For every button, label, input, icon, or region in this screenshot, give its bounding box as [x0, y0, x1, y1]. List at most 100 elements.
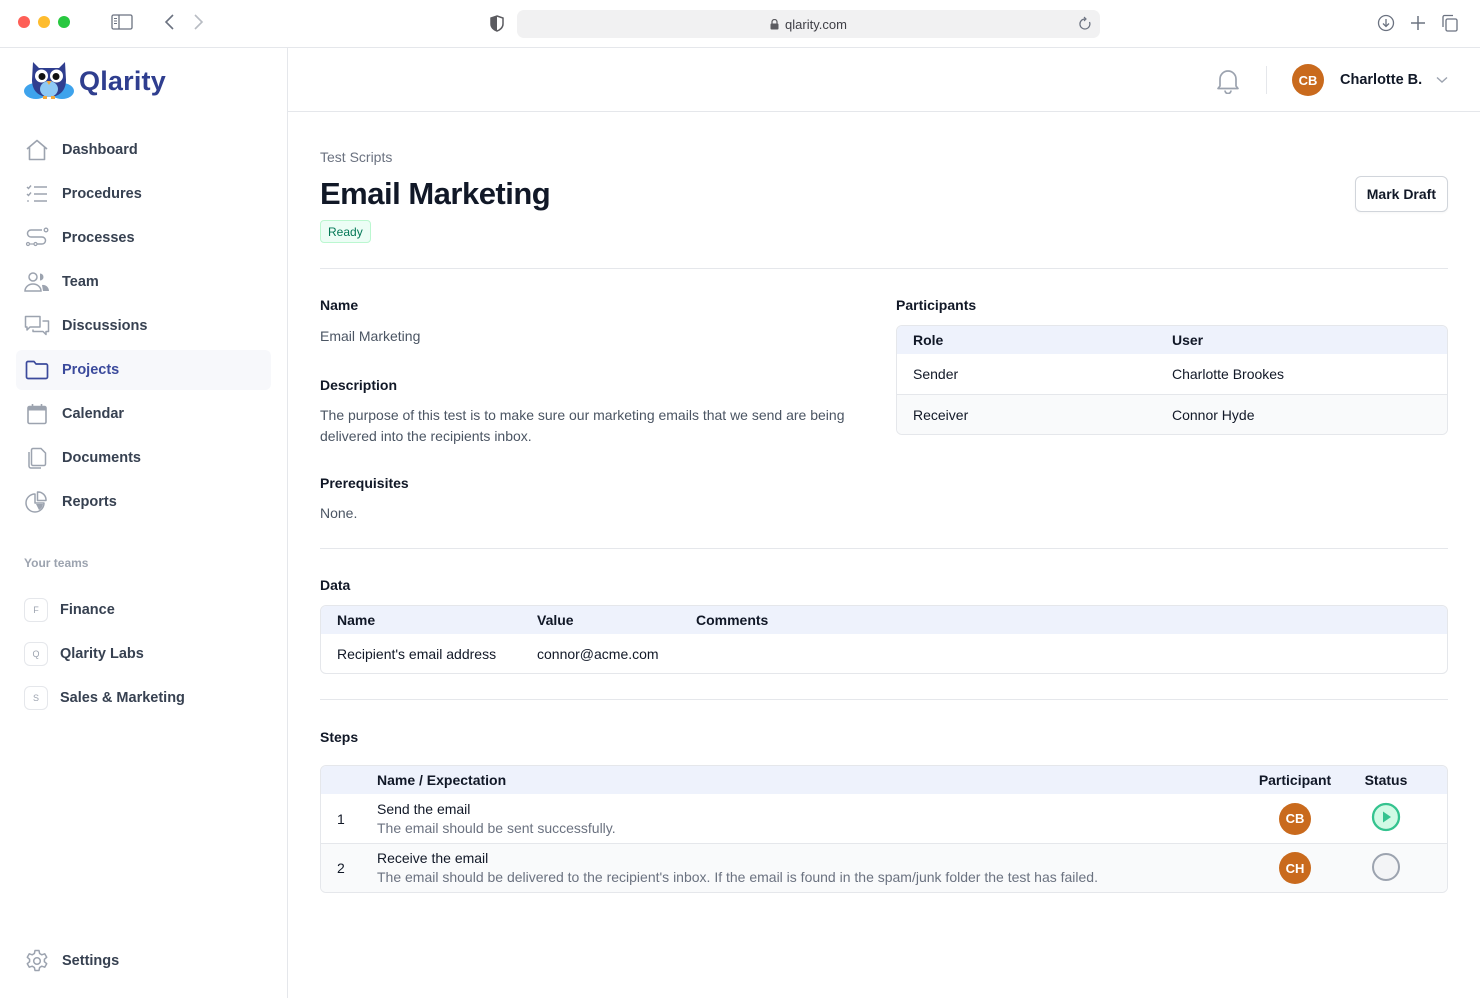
column-header-comments: Comments: [680, 606, 1447, 634]
step-expectation: The email should be delivered to the rec…: [377, 869, 1098, 885]
team-item-qlarity-labs[interactable]: Q Qlarity Labs: [24, 632, 185, 676]
table-row: Sender Charlotte Brookes: [897, 354, 1447, 394]
team-item-sales-marketing[interactable]: S Sales & Marketing: [24, 676, 185, 720]
table-row: Recipient's email address connor@acme.co…: [321, 634, 1447, 673]
team-initial-badge: Q: [24, 642, 48, 666]
header-divider: [1266, 66, 1267, 94]
chevron-down-icon: [1436, 76, 1448, 84]
team-initial-badge: S: [24, 686, 48, 710]
participant-role: Receiver: [897, 394, 1156, 434]
sidebar-item-documents[interactable]: Documents: [16, 438, 271, 478]
team-label: Qlarity Labs: [60, 646, 144, 662]
description-field-value: The purpose of this test is to make sure…: [320, 407, 845, 444]
home-icon: [24, 138, 50, 162]
notifications-bell-icon[interactable]: [1216, 68, 1240, 99]
forward-icon[interactable]: [190, 12, 208, 32]
sidebar-item-reports[interactable]: Reports: [16, 482, 271, 522]
participant-user: Connor Hyde: [1156, 394, 1447, 434]
sidebar-nav: Dashboard Procedures Processes Team Disc…: [16, 130, 271, 526]
step-name: Send the email: [377, 800, 471, 817]
sidebar-item-processes[interactable]: Processes: [16, 218, 271, 258]
sidebar-item-label: Processes: [62, 230, 135, 246]
prerequisites-field-value: None.: [320, 505, 358, 521]
data-table: Name Value Comments Recipient's email ad…: [320, 605, 1448, 674]
tab-overview-icon[interactable]: [1440, 13, 1460, 33]
minimize-window-button[interactable]: [38, 16, 50, 28]
sidebar: Qlarity Dashboard Procedures Processes T…: [0, 48, 288, 998]
team-label: Sales & Marketing: [60, 690, 185, 706]
divider: [320, 548, 1448, 549]
privacy-shield-icon[interactable]: [489, 14, 505, 32]
sidebar-item-dashboard[interactable]: Dashboard: [16, 130, 271, 170]
teams-list: F Finance Q Qlarity Labs S Sales & Marke…: [24, 588, 185, 720]
sidebar-item-calendar[interactable]: Calendar: [16, 394, 271, 434]
steps-section-title: Steps: [320, 729, 359, 745]
divider: [320, 699, 1448, 700]
column-header-number: [321, 766, 377, 794]
status-badge: Ready: [320, 220, 371, 243]
sidebar-item-label: Discussions: [62, 318, 148, 334]
column-header-role: Role: [897, 326, 1156, 354]
app-logo-text: Qlarity: [79, 66, 166, 96]
owl-logo-icon: [24, 58, 74, 105]
column-spacer: [1417, 766, 1447, 794]
chat-bubbles-icon: [24, 314, 50, 338]
sidebar-item-projects[interactable]: Projects: [16, 350, 271, 390]
steps-table: Name / Expectation Participant Status 1 …: [320, 765, 1448, 893]
users-icon: [24, 270, 50, 294]
participant-avatar: CB: [1279, 802, 1311, 835]
sidebar-item-label: Projects: [62, 362, 120, 378]
empty-status-circle-icon[interactable]: [1371, 852, 1401, 882]
documents-icon: [24, 446, 50, 470]
breadcrumb[interactable]: Test Scripts: [320, 149, 392, 165]
teams-section-title: Your teams: [24, 556, 89, 570]
user-menu[interactable]: CB Charlotte B.: [1292, 64, 1448, 96]
prerequisites-field-label: Prerequisites: [320, 475, 409, 491]
participants-title: Participants: [896, 297, 977, 313]
calendar-icon: [24, 402, 50, 426]
sidebar-item-discussions[interactable]: Discussions: [16, 306, 271, 346]
description-field-label: Description: [320, 377, 398, 393]
sidebar-item-label: Calendar: [62, 406, 125, 422]
sidebar-item-label: Reports: [62, 494, 117, 510]
step-number: 2: [321, 843, 377, 892]
browser-toolbar: qlarity.com: [0, 0, 1480, 48]
play-status-icon[interactable]: [1371, 802, 1401, 832]
close-window-button[interactable]: [18, 16, 30, 28]
new-tab-icon[interactable]: [1408, 13, 1428, 33]
reload-icon[interactable]: [1078, 16, 1092, 35]
settings-label: Settings: [62, 953, 120, 969]
mark-draft-button[interactable]: Mark Draft: [1354, 176, 1448, 212]
sidebar-item-label: Documents: [62, 450, 141, 466]
step-row[interactable]: 1 Send the email The email should be sen…: [321, 794, 1447, 843]
sidebar-item-label: Team: [62, 274, 99, 290]
sidebar-item-team[interactable]: Team: [16, 262, 271, 302]
team-initial-badge: F: [24, 598, 48, 622]
team-item-finance[interactable]: F Finance: [24, 588, 185, 632]
download-icon[interactable]: [1376, 13, 1396, 33]
maximize-window-button[interactable]: [58, 16, 70, 28]
name-field-label: Name: [320, 297, 359, 313]
sidebar-item-label: Procedures: [62, 186, 142, 202]
lock-icon: [770, 18, 779, 30]
user-name: Charlotte B.: [1340, 72, 1423, 88]
sidebar-item-settings[interactable]: Settings: [24, 941, 119, 981]
team-label: Finance: [60, 602, 115, 618]
address-bar[interactable]: qlarity.com: [517, 10, 1100, 38]
divider: [320, 268, 1448, 269]
table-row: Receiver Connor Hyde: [897, 394, 1447, 434]
pie-chart-icon: [24, 490, 50, 514]
route-icon: [24, 226, 50, 250]
app-logo[interactable]: Qlarity: [24, 58, 166, 105]
user-avatar: CB: [1292, 64, 1324, 96]
sidebar-toggle-icon[interactable]: [111, 13, 133, 30]
checklist-icon: [24, 182, 50, 206]
back-icon[interactable]: [160, 12, 178, 32]
step-row[interactable]: 2 Receive the email The email should be …: [321, 843, 1447, 892]
sidebar-item-procedures[interactable]: Procedures: [16, 174, 271, 214]
column-header-participant: Participant: [1235, 766, 1355, 794]
column-header-status: Status: [1355, 766, 1417, 794]
step-name: Receive the email: [377, 850, 489, 866]
data-section-title: Data: [320, 577, 351, 593]
step-expectation: The email should be sent successfully.: [377, 819, 616, 836]
